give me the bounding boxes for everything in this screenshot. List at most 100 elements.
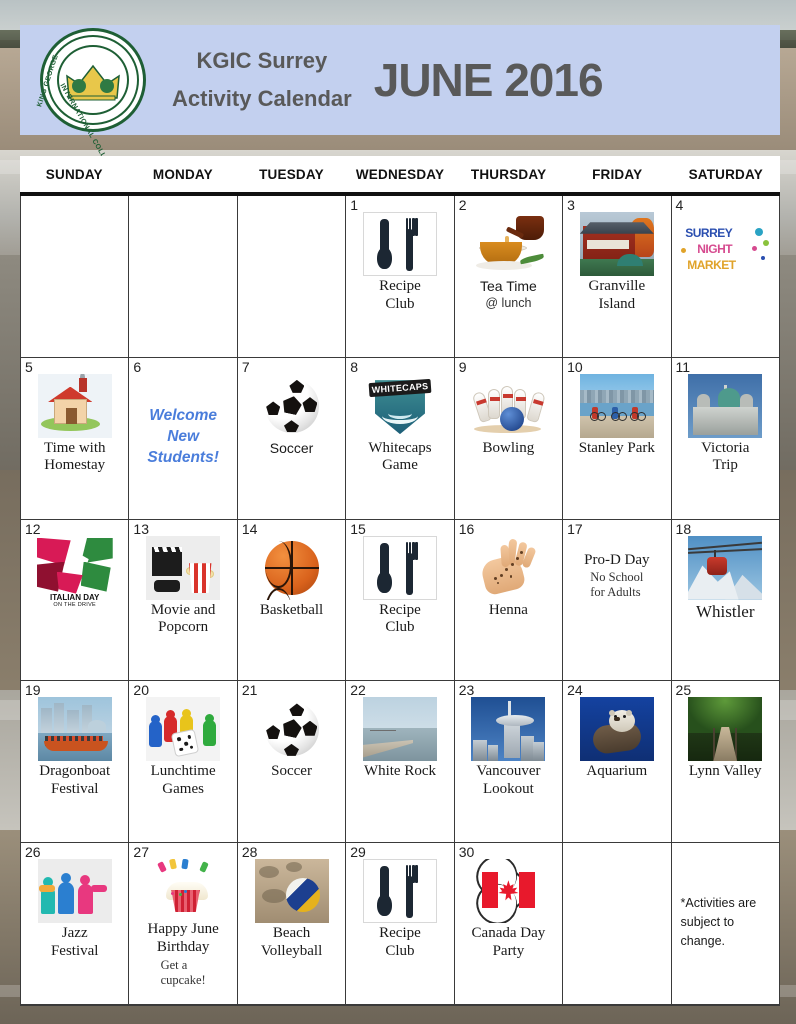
day-number: 26 <box>25 844 41 861</box>
jazz-festival-logo <box>37 859 112 924</box>
day-number: 1 <box>350 197 359 213</box>
day-cell-22[interactable]: 22 White Rock <box>346 681 455 843</box>
activity-label: Time with Homestay <box>43 439 106 474</box>
whitecaps-crest-logo: WHITECAPS <box>363 374 437 438</box>
italian-day-logo: ITALIAN DAY ON THE DRIVE <box>34 535 115 610</box>
day-cell-18[interactable]: 18 Whistler <box>672 519 780 681</box>
weekday-header-row: SUNDAY MONDAY TUESDAY WEDNESDAY THURSDAY… <box>20 156 780 196</box>
bowling-icon <box>471 374 546 438</box>
calendar-week-row: 5 Time with Homestay 6 Welcome New Stude… <box>21 357 780 520</box>
day-cell-27[interactable]: 27 Happy June Birthday Get a cupcake! <box>129 843 238 1004</box>
beach-volleyball-photo <box>254 859 329 924</box>
day-number: 18 <box>675 520 692 537</box>
weekday-header-saturday: SATURDAY <box>688 166 763 182</box>
day-cell-24[interactable]: 24 Aquarium <box>563 681 672 843</box>
calendar-table: SUNDAY MONDAY TUESDAY WEDNESDAY THURSDAY… <box>20 156 780 1006</box>
house-icon <box>37 373 112 438</box>
day-cell-11[interactable]: 11 Victoria Trip <box>672 357 780 519</box>
day-number: 19 <box>25 682 41 699</box>
activity-label: Beach Volleyball <box>260 925 323 959</box>
day-cell-16[interactable]: 16 Henna <box>455 519 564 681</box>
day-number: 28 <box>241 844 258 861</box>
sea-otter-photo <box>579 697 654 762</box>
weekday-header-thursday: THURSDAY <box>470 166 547 182</box>
day-number: 9 <box>458 358 467 375</box>
activity-label: Happy June Birthday <box>147 921 219 955</box>
activity-label: Bowling <box>482 439 535 456</box>
activity-label: Movie and Popcorn <box>150 601 216 636</box>
day-number: 21 <box>241 682 258 699</box>
day-cell-4[interactable]: 4 SURREY NIGHT MARKET <box>672 196 780 357</box>
weekday-header-friday: FRIDAY <box>592 166 643 182</box>
calendar-title: KGIC Surrey Activity Calendar <box>172 42 352 119</box>
weekday-header-wednesday: WEDNESDAY <box>355 166 445 182</box>
day-cell-1[interactable]: 1 Recipe Club <box>346 196 455 357</box>
activity-subtext: @ lunch <box>485 295 532 310</box>
month-year-title: JUNE 2016 <box>373 54 604 106</box>
activity-label: Lynn Valley <box>688 763 762 780</box>
calendar-week-row: 26 Jazz Festival 27 Happy June Birthday … <box>21 843 780 1006</box>
day-number: 7 <box>241 358 250 375</box>
day-cell-28[interactable]: 28 Beach Volleyball <box>238 843 347 1004</box>
day-cell-12[interactable]: 12 ITALIAN DAY ON THE DRIVE <box>21 519 130 681</box>
activity-subtext: No School for Adults <box>590 570 644 600</box>
italian-day-logo-text: ITALIAN DAY ON THE DRIVE <box>50 592 100 608</box>
day-number: 2 <box>458 197 467 213</box>
header-band: KING GEORGE INTERNATIONAL COLLEGE KGIC S… <box>20 25 780 173</box>
day-cell-10[interactable]: 10 Stanley Park <box>563 357 672 519</box>
calendar-week-row: 1 Recipe Club 2 Tea Time @ lunch 3 Granv… <box>21 196 780 358</box>
activity-subtext: Get a cupcake! <box>160 957 206 987</box>
surrey-night-market-logo: SURREY NIGHT MARKET <box>681 224 770 278</box>
day-cell-17[interactable]: 17 Pro-D Day No School for Adults <box>563 519 672 681</box>
day-cell-8[interactable]: 8 WHITECAPS Whitecaps Game <box>346 357 455 519</box>
welcome-message: Welcome New Students! <box>147 406 219 466</box>
day-number: 6 <box>133 358 142 375</box>
day-cell-29[interactable]: 29 Recipe Club <box>346 843 455 1004</box>
day-cell-20[interactable]: 20 Lunchtime Games <box>129 681 238 843</box>
activity-label: Soccer <box>269 439 314 456</box>
activity-label: Granville Island <box>588 278 646 312</box>
day-cell-3[interactable]: 3 Granville Island <box>563 196 672 357</box>
calendar-week-row: 19 Dragonboat Festival 20 Lunchtime Game… <box>21 681 780 844</box>
day-number: 10 <box>567 358 583 375</box>
cutlery-icon <box>362 535 437 600</box>
footnote-cell: *Activities are subject to change. <box>672 843 780 1004</box>
day-number: 15 <box>350 520 366 537</box>
day-cell-30[interactable]: 30 Canada Day Party <box>455 843 564 1004</box>
activity-label: Whistler <box>695 601 755 621</box>
day-cell-25[interactable]: 25 Lynn Valley <box>672 681 780 843</box>
day-cell-19[interactable]: 19 Dragonboat Festival <box>21 681 130 843</box>
day-cell-14[interactable]: 14 Basketball <box>238 519 347 681</box>
day-number: 27 <box>133 844 149 861</box>
activity-label: Tea Time <box>479 278 537 294</box>
weekday-header-monday: MONDAY <box>152 166 213 182</box>
day-number: 4 <box>675 197 684 213</box>
soccer-ball-icon <box>255 697 329 761</box>
day-cell-5[interactable]: 5 Time with Homestay <box>21 357 130 519</box>
day-cell-9[interactable]: 9 Bowling <box>455 357 564 519</box>
weekday-header-sunday: SUNDAY <box>45 166 103 182</box>
day-cell-6[interactable]: 6 Welcome New Students! <box>129 357 238 519</box>
activity-label: Whitecaps Game <box>368 439 432 474</box>
activity-label: Basketball <box>259 601 324 618</box>
activity-label: Stanley Park <box>578 439 655 456</box>
activity-label: Jazz Festival <box>50 925 99 959</box>
activity-label: Canada Day Party <box>471 925 546 959</box>
day-cell-21[interactable]: 21 Soccer <box>238 681 347 843</box>
teacup-icon <box>471 212 545 276</box>
activity-label: Dragonboat Festival <box>39 763 111 798</box>
cutlery-icon <box>362 859 437 924</box>
day-number: 13 <box>133 520 149 537</box>
activity-label: Soccer <box>271 763 312 780</box>
day-cell-15[interactable]: 15 Recipe Club <box>346 519 455 681</box>
calendar-grid: 1 Recipe Club 2 Tea Time @ lunch 3 Granv… <box>20 196 780 1006</box>
day-number: 5 <box>25 358 33 375</box>
day-cell-13[interactable]: 13 Movie and Popcorn <box>129 519 238 681</box>
day-cell-7[interactable]: 7 Soccer <box>238 357 347 519</box>
day-cell-empty <box>21 196 130 357</box>
day-cell-23[interactable]: 23 Vancouver Lookout <box>455 681 564 843</box>
calendar-week-row: 12 ITALIAN DAY ON THE DRIVE 13 Movie and… <box>21 519 780 682</box>
dragonboat-photo <box>37 697 112 762</box>
day-cell-2[interactable]: 2 Tea Time @ lunch <box>455 196 564 357</box>
day-cell-26[interactable]: 26 Jazz Festival <box>21 843 130 1004</box>
